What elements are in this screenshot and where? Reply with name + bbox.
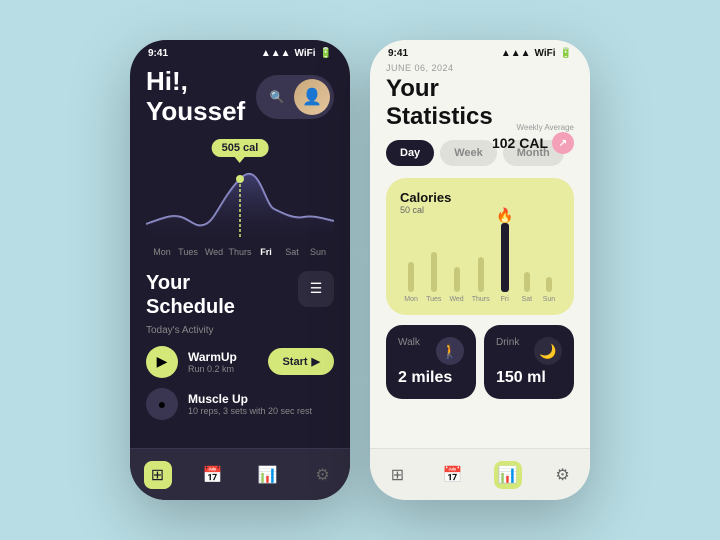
right-phone: 9:41 ▲▲▲ WiFi 🔋 JUNE 06, 2024 Your Stati… <box>370 40 590 500</box>
walk-card: Walk 🚶 2 miles <box>386 325 476 399</box>
drink-label: Drink <box>496 337 519 348</box>
calories-subtitle: 50 cal <box>400 205 560 215</box>
nav-settings-right[interactable]: ⚙ <box>549 461 577 489</box>
status-icons-left: ▲▲▲ WiFi 🔋 <box>261 48 332 59</box>
filter-button[interactable]: ☰ <box>298 271 334 307</box>
weekly-avg-value: 102 CAL ↗ <box>492 132 574 154</box>
warmup-info: WarmUp Run 0.2 km <box>188 350 258 374</box>
greeting-text: Hi!, Youssef <box>146 67 245 127</box>
muscleup-detail: 10 reps, 3 sets with 20 sec rest <box>188 406 334 416</box>
stats-cards-row: Walk 🚶 2 miles Drink 🌙 150 ml <box>386 325 574 399</box>
activity-warmup: ▶ WarmUp Run 0.2 km Start ▶ <box>146 346 334 378</box>
nav-settings[interactable]: ⚙ <box>309 461 337 489</box>
muscleup-info: Muscle Up 10 reps, 3 sets with 20 sec re… <box>188 392 334 416</box>
bar-wed: Wed <box>449 223 463 303</box>
calories-title: Calories <box>400 190 560 205</box>
chart-area: 505 cal <box>146 139 334 239</box>
days-row: Mon Tues Wed Thurs Fri Sat Sun <box>146 247 334 257</box>
nav-home[interactable]: ⊞ <box>144 461 172 489</box>
activity-muscleup: ● Muscle Up 10 reps, 3 sets with 20 sec … <box>146 388 334 420</box>
nav-calendar[interactable]: 📅 <box>199 461 227 489</box>
nav-home-right[interactable]: ⊞ <box>384 461 412 489</box>
avatar-search[interactable]: 🔍 👤 <box>256 75 334 119</box>
bar-fri: 🔥 Fri <box>498 223 512 303</box>
bar-sun: Sun <box>542 223 556 303</box>
drink-card: Drink 🌙 150 ml <box>484 325 574 399</box>
drink-icon: 🌙 <box>534 337 562 365</box>
start-button[interactable]: Start ▶ <box>268 348 334 375</box>
avatar: 👤 <box>294 79 330 115</box>
status-icons-right: ▲▲▲ WiFi 🔋 <box>501 48 572 59</box>
bar-sat: Sat <box>520 223 534 303</box>
bar-thurs: Thurs <box>472 223 490 303</box>
chart-callout: 505 cal <box>212 139 269 157</box>
schedule-header: Your Schedule ☰ <box>146 271 334 319</box>
greeting-row: Hi!, Youssef 🔍 👤 <box>146 67 334 127</box>
nav-calendar-right[interactable]: 📅 <box>439 461 467 489</box>
day-tues: Tues <box>176 247 200 257</box>
left-phone: 9:41 ▲▲▲ WiFi 🔋 Hi!, Youssef 🔍 👤 <box>130 40 350 500</box>
tab-day[interactable]: Day <box>386 140 434 166</box>
muscleup-name: Muscle Up <box>188 392 334 406</box>
time-left: 9:41 <box>148 48 168 59</box>
warmup-name: WarmUp <box>188 350 258 364</box>
day-mon: Mon <box>150 247 174 257</box>
flame-icon: 🔥 <box>496 207 513 224</box>
search-icon[interactable]: 🔍 <box>266 86 288 108</box>
day-sat: Sat <box>280 247 304 257</box>
bottom-nav-left: ⊞ 📅 📊 ⚙ <box>130 448 350 500</box>
day-thurs: Thurs <box>228 247 252 257</box>
weekly-avg: Weekly Average 102 CAL ↗ <box>492 123 574 154</box>
bottom-nav-right: ⊞ 📅 📊 ⚙ <box>370 448 590 500</box>
chart-svg <box>146 159 334 239</box>
today-label: Today's Activity <box>146 325 334 336</box>
calories-card: Calories 50 cal Mon Tues <box>386 178 574 315</box>
nav-stats[interactable]: 📊 <box>254 461 282 489</box>
bar-mon: Mon <box>404 223 418 303</box>
warmup-detail: Run 0.2 km <box>188 364 258 374</box>
tab-week[interactable]: Week <box>440 140 497 166</box>
status-bar-right: 9:41 ▲▲▲ WiFi 🔋 <box>370 40 590 63</box>
day-sun: Sun <box>306 247 330 257</box>
walk-icon: 🚶 <box>436 337 464 365</box>
arrow-up-icon: ↗ <box>552 132 574 154</box>
walk-label: Walk <box>398 337 420 348</box>
weekly-avg-label: Weekly Average <box>492 123 574 132</box>
bar-chart: Mon Tues Wed Thurs <box>400 223 560 303</box>
day-wed: Wed <box>202 247 226 257</box>
status-bar-left: 9:41 ▲▲▲ WiFi 🔋 <box>130 40 350 63</box>
muscleup-icon: ● <box>146 388 178 420</box>
bar-tues: Tues <box>426 223 441 303</box>
walk-value: 2 miles <box>398 369 464 387</box>
drink-value: 150 ml <box>496 369 562 387</box>
nav-stats-right[interactable]: 📊 <box>494 461 522 489</box>
schedule-title: Your Schedule <box>146 271 235 319</box>
stats-date: JUNE 06, 2024 <box>386 63 574 73</box>
day-fri: Fri <box>254 247 278 257</box>
time-right: 9:41 <box>388 48 408 59</box>
stats-title: Your Statistics <box>386 75 574 130</box>
warmup-icon: ▶ <box>146 346 178 378</box>
